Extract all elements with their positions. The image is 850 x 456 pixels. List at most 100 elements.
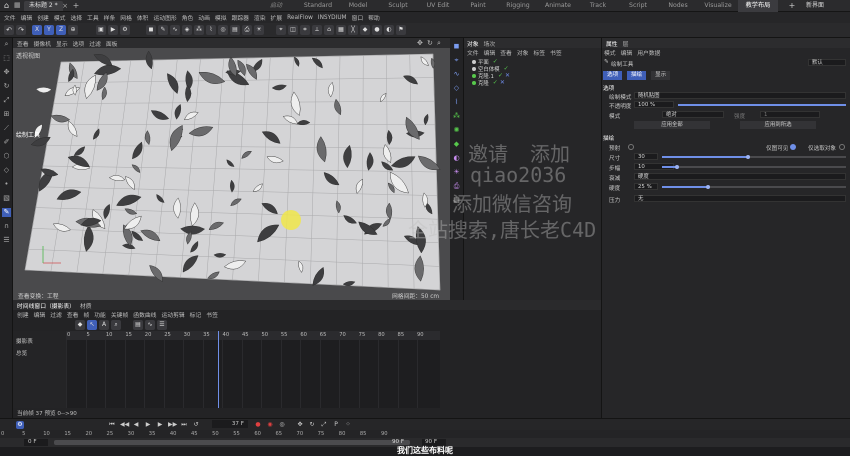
end-frame-field[interactable]: 90 F bbox=[422, 439, 446, 446]
check-icon[interactable]: ✓ bbox=[504, 65, 509, 72]
edge-icon[interactable]: ◇ bbox=[2, 166, 11, 175]
subdivision-icon[interactable]: ◈ bbox=[182, 25, 192, 35]
view-move-icon[interactable]: ✥ bbox=[417, 39, 423, 47]
deformer-icon[interactable]: ⌇ bbox=[452, 98, 461, 107]
go-end-icon[interactable]: ⏭ bbox=[180, 421, 188, 429]
point-icon[interactable]: • bbox=[2, 180, 11, 189]
menu-item[interactable]: 文件 bbox=[4, 13, 16, 22]
menu-item[interactable]: 帮助 bbox=[368, 13, 380, 22]
mode-display[interactable]: 显示 bbox=[651, 71, 671, 80]
tab-script[interactable]: Script bbox=[618, 0, 658, 12]
param-key-icon[interactable]: P bbox=[332, 421, 340, 429]
select-icon[interactable]: ⬚ bbox=[2, 54, 11, 63]
cube-icon[interactable]: ◼ bbox=[146, 25, 156, 35]
viewport-menu-item[interactable]: 过滤 bbox=[89, 39, 101, 48]
curve-icon[interactable]: ∿ bbox=[145, 320, 155, 330]
tab-teaching-layout[interactable]: 教学布局 bbox=[738, 0, 778, 12]
auto-key-icon[interactable]: A bbox=[99, 320, 109, 330]
tab-visualize[interactable]: Visualize bbox=[698, 0, 738, 12]
move-icon[interactable]: ✥ bbox=[2, 68, 11, 77]
tab-attributes[interactable]: 属性 bbox=[606, 39, 618, 48]
loop-icon[interactable]: ↺ bbox=[192, 421, 200, 429]
apply-selected-button[interactable]: 应用到所选 bbox=[740, 121, 816, 129]
om-menu-item[interactable]: 对象 bbox=[517, 48, 529, 57]
tab-sculpt[interactable]: Sculpt bbox=[378, 0, 418, 12]
hardness-slider[interactable] bbox=[662, 185, 846, 189]
view-rotate-icon[interactable]: ↻ bbox=[427, 39, 433, 47]
tab-layers[interactable]: 层 bbox=[623, 39, 629, 48]
tl-menu-item[interactable]: 编辑 bbox=[34, 310, 46, 319]
symmetry-icon[interactable]: ⟂ bbox=[312, 25, 322, 35]
menu-item[interactable]: 模式 bbox=[54, 13, 66, 22]
add-workspace-icon[interactable]: + bbox=[786, 0, 798, 12]
pen-icon[interactable]: ✎ bbox=[158, 25, 168, 35]
tab-paint[interactable]: Paint bbox=[458, 0, 498, 12]
settings-icon[interactable]: ⚙ bbox=[16, 421, 24, 429]
attr-menu-item[interactable]: 模式 bbox=[604, 48, 616, 57]
null-icon[interactable]: ⌖ bbox=[452, 56, 461, 65]
selected-only-radio[interactable] bbox=[839, 144, 845, 150]
tab-rigging[interactable]: Rigging bbox=[498, 0, 538, 12]
menu-item[interactable]: 扩展 bbox=[271, 13, 283, 22]
opacity-field[interactable]: 100 % bbox=[634, 101, 674, 108]
tab-animate[interactable]: Animate bbox=[538, 0, 578, 12]
point-key-icon[interactable]: ⁘ bbox=[344, 421, 352, 429]
menu-item[interactable]: 角色 bbox=[182, 13, 194, 22]
cloner-icon[interactable]: ⁂ bbox=[194, 25, 204, 35]
tl-menu-item[interactable]: 过滤 bbox=[50, 310, 62, 319]
dope-sheet-grid[interactable] bbox=[66, 340, 440, 408]
viewport-menu-item[interactable]: 查看 bbox=[17, 39, 29, 48]
cloner-icon[interactable]: ⁂ bbox=[452, 112, 461, 121]
axis-z-button[interactable]: Z bbox=[56, 25, 66, 35]
material-icon[interactable]: ◐ bbox=[384, 25, 394, 35]
axis-x-button[interactable]: X bbox=[32, 25, 42, 35]
spline-icon[interactable]: ∿ bbox=[170, 25, 180, 35]
menu-item[interactable]: INSYDIUM bbox=[318, 15, 347, 21]
paint-tool-icon[interactable]: ✎ bbox=[2, 208, 11, 217]
start-frame-field[interactable]: 0 F bbox=[24, 439, 48, 446]
close-icon[interactable]: × bbox=[60, 1, 70, 11]
rotate-icon[interactable]: ↻ bbox=[2, 82, 11, 91]
tab-track[interactable]: Track bbox=[578, 0, 618, 12]
snap-icon[interactable]: ⌖ bbox=[276, 25, 286, 35]
grid-icon[interactable]: ▦ bbox=[14, 1, 21, 9]
tl-menu-item[interactable]: 运动剪辑 bbox=[161, 310, 184, 319]
light-icon[interactable]: ☀ bbox=[254, 25, 264, 35]
menu-item[interactable]: 样条 bbox=[104, 13, 116, 22]
object-row[interactable]: 克隆 ✓ ✕ bbox=[472, 79, 505, 87]
lock-icon[interactable]: ⌂ bbox=[324, 25, 334, 35]
uv-icon[interactable]: ▧ bbox=[2, 194, 11, 203]
slider-knob[interactable] bbox=[706, 185, 710, 189]
viewport-menu-item[interactable]: 面板 bbox=[106, 39, 118, 48]
menu-item[interactable]: 运动图形 bbox=[153, 13, 176, 22]
filter-icon[interactable]: ⌕ bbox=[111, 320, 121, 330]
scene-icon[interactable]: ▤ bbox=[230, 25, 240, 35]
tag-icon[interactable]: ◆ bbox=[452, 140, 461, 149]
tl-menu-item[interactable]: 函数曲线 bbox=[133, 310, 156, 319]
brush-icon[interactable]: ✐ bbox=[2, 138, 11, 147]
menu-item[interactable]: 渲染 bbox=[254, 13, 266, 22]
play-icon[interactable]: ▶ bbox=[144, 421, 152, 429]
tab-material[interactable]: 材质 bbox=[80, 301, 92, 310]
menu-item[interactable]: 体积 bbox=[137, 13, 149, 22]
scale-key-icon[interactable]: ⤢ bbox=[320, 421, 328, 429]
new-ui-label[interactable]: 新界面 bbox=[806, 0, 824, 12]
layer-icon[interactable]: ☰ bbox=[157, 320, 167, 330]
home-icon[interactable]: ⌂ bbox=[4, 1, 9, 10]
tag-icon[interactable]: ✕ bbox=[500, 79, 505, 86]
om-menu-item[interactable]: 编辑 bbox=[484, 48, 496, 57]
material-icon[interactable]: ◐ bbox=[452, 154, 461, 163]
key-selection-icon[interactable]: ◎ bbox=[278, 421, 286, 429]
viewport-menu-item[interactable]: 摄像机 bbox=[34, 39, 51, 48]
preview-end-label[interactable]: 90 F bbox=[392, 439, 414, 446]
check-icon[interactable]: ✓ bbox=[498, 72, 503, 79]
tl-menu-item[interactable]: 标记 bbox=[190, 310, 202, 319]
redo-icon[interactable]: ↷ bbox=[16, 25, 26, 35]
tag-icon[interactable]: ✕ bbox=[505, 72, 510, 79]
tab-uv-edit[interactable]: UV Edit bbox=[418, 0, 458, 12]
tab-dope-sheet[interactable]: 时间线窗口（摄影表） bbox=[17, 301, 75, 310]
tag-icon[interactable]: ◆ bbox=[360, 25, 370, 35]
menu-item[interactable]: RealFlow bbox=[287, 15, 313, 21]
paint-mode-select[interactable]: 随机贴图 bbox=[634, 92, 846, 99]
playhead[interactable] bbox=[218, 331, 219, 408]
